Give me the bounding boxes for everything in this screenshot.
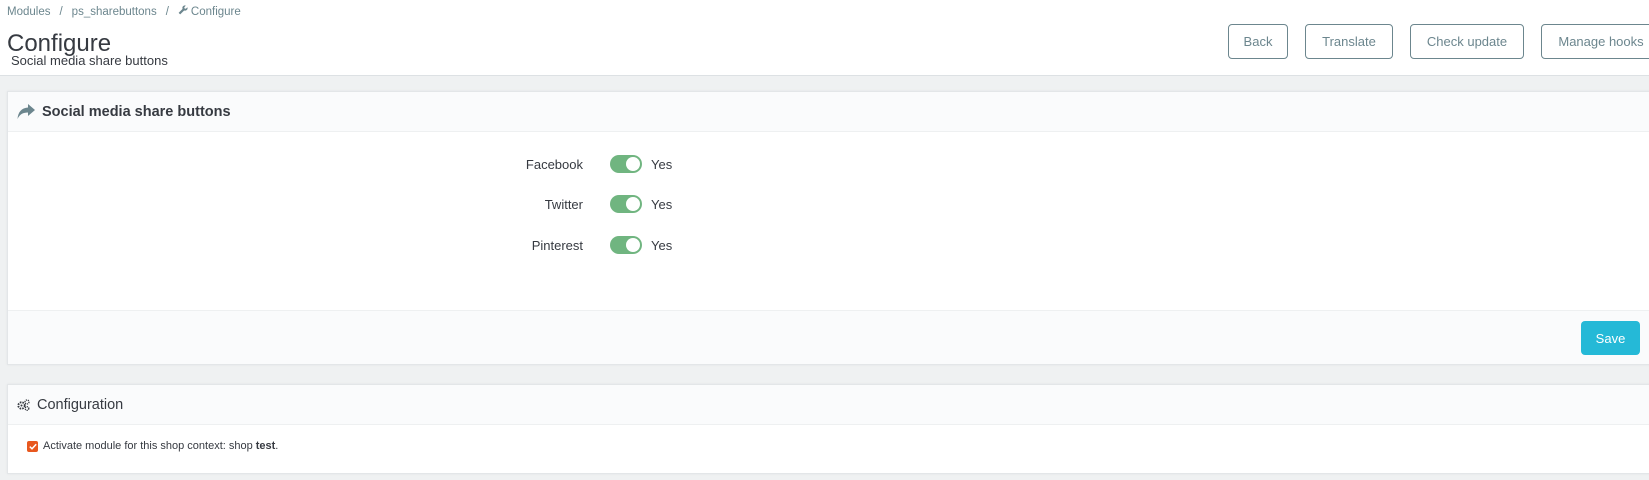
- toggle-knob: [626, 197, 640, 211]
- configuration-panel: Configuration Activate module for this s…: [7, 384, 1649, 474]
- panel-footer: Save: [8, 310, 1649, 364]
- activate-module-checkbox[interactable]: [27, 440, 38, 452]
- breadcrumb-separator: /: [59, 5, 63, 18]
- share-buttons-panel: Social media share buttons Facebook Yes …: [7, 91, 1649, 365]
- trailing-period: .: [275, 440, 279, 452]
- page-subtitle: Social media share buttons: [11, 53, 168, 68]
- activate-module-label: Activate module for this shop context: s…: [43, 440, 253, 452]
- panel-heading: Configuration: [8, 385, 1649, 425]
- breadcrumb: Modules / ps_sharebuttons / Configure: [7, 5, 241, 18]
- twitter-toggle[interactable]: [610, 195, 642, 213]
- manage-hooks-button[interactable]: Manage hooks: [1541, 24, 1649, 59]
- toggle-knob: [626, 157, 640, 171]
- field-label-twitter: Twitter: [544, 196, 583, 212]
- field-label-facebook: Facebook: [525, 156, 583, 172]
- facebook-toggle[interactable]: [610, 155, 642, 173]
- activate-module-row: Activate module for this shop context: s…: [27, 440, 278, 452]
- check-update-button[interactable]: Check update: [1410, 24, 1524, 59]
- breadcrumb-item-configure: Configure: [190, 5, 241, 18]
- toggle-value: Yes: [651, 156, 673, 172]
- shop-name: test: [255, 440, 276, 452]
- toggle-value: Yes: [651, 237, 673, 253]
- panel-title: Configuration: [37, 396, 124, 413]
- breadcrumb-separator: /: [165, 5, 169, 18]
- page-header: Modules / ps_sharebuttons / Configure Co…: [0, 0, 1649, 76]
- toggle-knob: [626, 238, 640, 252]
- breadcrumb-item-module[interactable]: ps_sharebuttons: [72, 6, 157, 18]
- breadcrumb-item-modules[interactable]: Modules: [7, 6, 50, 18]
- toggle-value: Yes: [651, 196, 673, 212]
- cogs-icon: [17, 398, 30, 411]
- save-button[interactable]: Save: [1581, 321, 1640, 355]
- wrench-icon: [178, 5, 188, 18]
- share-icon: [17, 104, 35, 119]
- panel-heading: Social media share buttons: [8, 92, 1649, 132]
- translate-button[interactable]: Translate: [1305, 24, 1393, 59]
- panel-title: Social media share buttons: [42, 103, 231, 120]
- toolbar: Back Translate Check update Manage hooks: [1228, 24, 1649, 59]
- back-button[interactable]: Back: [1228, 24, 1288, 59]
- pinterest-toggle[interactable]: [610, 236, 642, 254]
- field-label-pinterest: Pinterest: [531, 237, 583, 253]
